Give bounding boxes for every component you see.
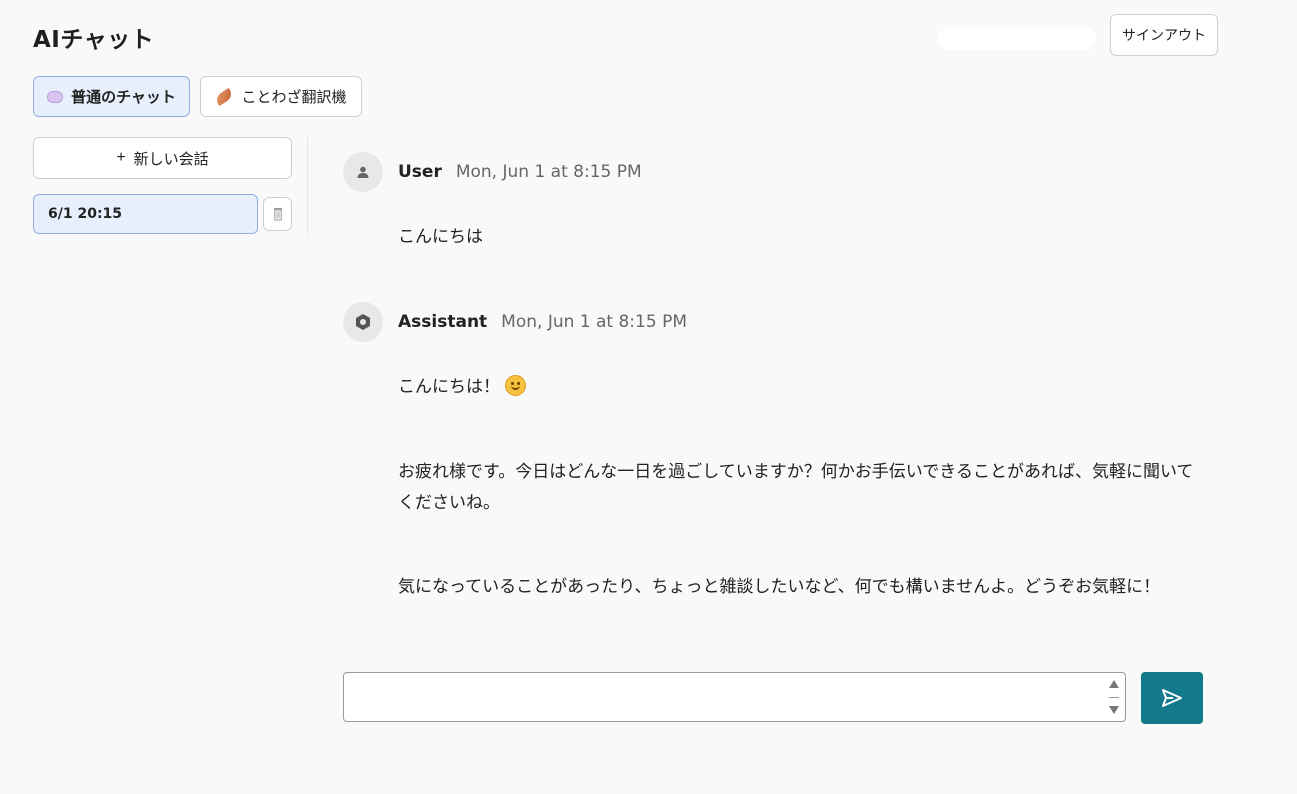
message-author: Assistant (398, 312, 488, 332)
send-button[interactable] (1141, 672, 1203, 724)
tab-normal-chat[interactable]: 普通のチャット (33, 76, 190, 117)
conversation-label: 6/1 20:15 (48, 206, 123, 222)
message-paragraph: こんにちは！ (398, 372, 1198, 403)
trash-icon (273, 208, 282, 221)
delete-conversation-button[interactable] (263, 197, 292, 231)
spinner-up-icon[interactable] (1109, 680, 1119, 688)
tab-label: 普通のチャット (71, 88, 176, 106)
tab-kotowaza-translator[interactable]: ことわざ翻訳機 (200, 76, 362, 117)
message-text: こんにちは！ (398, 377, 500, 397)
tab-label: ことわざ翻訳機 (241, 88, 347, 106)
message-paragraph: お疲れ様です。今日はどんな一日を過ごしていますか？何かお手伝いできることがあれば… (398, 462, 1194, 513)
spinner-down-icon[interactable] (1109, 706, 1119, 714)
message-input[interactable] (343, 672, 1126, 722)
message-header: Assistant Mon, Jun 1 at 8:15 PM (398, 312, 687, 332)
message-text: こんにちは (398, 227, 483, 247)
input-spinner[interactable] (1106, 677, 1122, 717)
message-time: Mon, Jun 1 at 8:15 PM (501, 312, 687, 332)
message-time: Mon, Jun 1 at 8:15 PM (455, 162, 642, 182)
user-avatar (343, 152, 383, 192)
feather-icon (214, 87, 235, 106)
message-header: User Mon, Jun 1 at 8:15 PM (398, 162, 642, 182)
send-icon (1162, 689, 1182, 707)
sidebar-divider (307, 137, 308, 234)
person-icon (357, 166, 369, 178)
plus-icon: + (116, 149, 126, 166)
spinner-divider (1109, 696, 1119, 698)
app-title: AIチャット (33, 27, 155, 53)
speech-bubble-icon (47, 90, 64, 103)
conversation-item[interactable]: 6/1 20:15 (33, 194, 258, 234)
assistant-avatar (343, 302, 383, 342)
user-name-redacted (938, 28, 1096, 50)
message-author: User (398, 162, 442, 182)
new-chat-button[interactable]: + 新しい会話 (33, 137, 292, 179)
smile-emoji-icon (505, 375, 527, 396)
assistant-badge-icon (356, 314, 370, 330)
signout-button[interactable]: サインアウト (1110, 14, 1218, 56)
message-paragraph: 気になっていることがあったり、ちょっと雑談したいなど、何でも構いませんよ。どうぞ… (398, 577, 1161, 597)
new-chat-label: 新しい会話 (133, 150, 209, 168)
